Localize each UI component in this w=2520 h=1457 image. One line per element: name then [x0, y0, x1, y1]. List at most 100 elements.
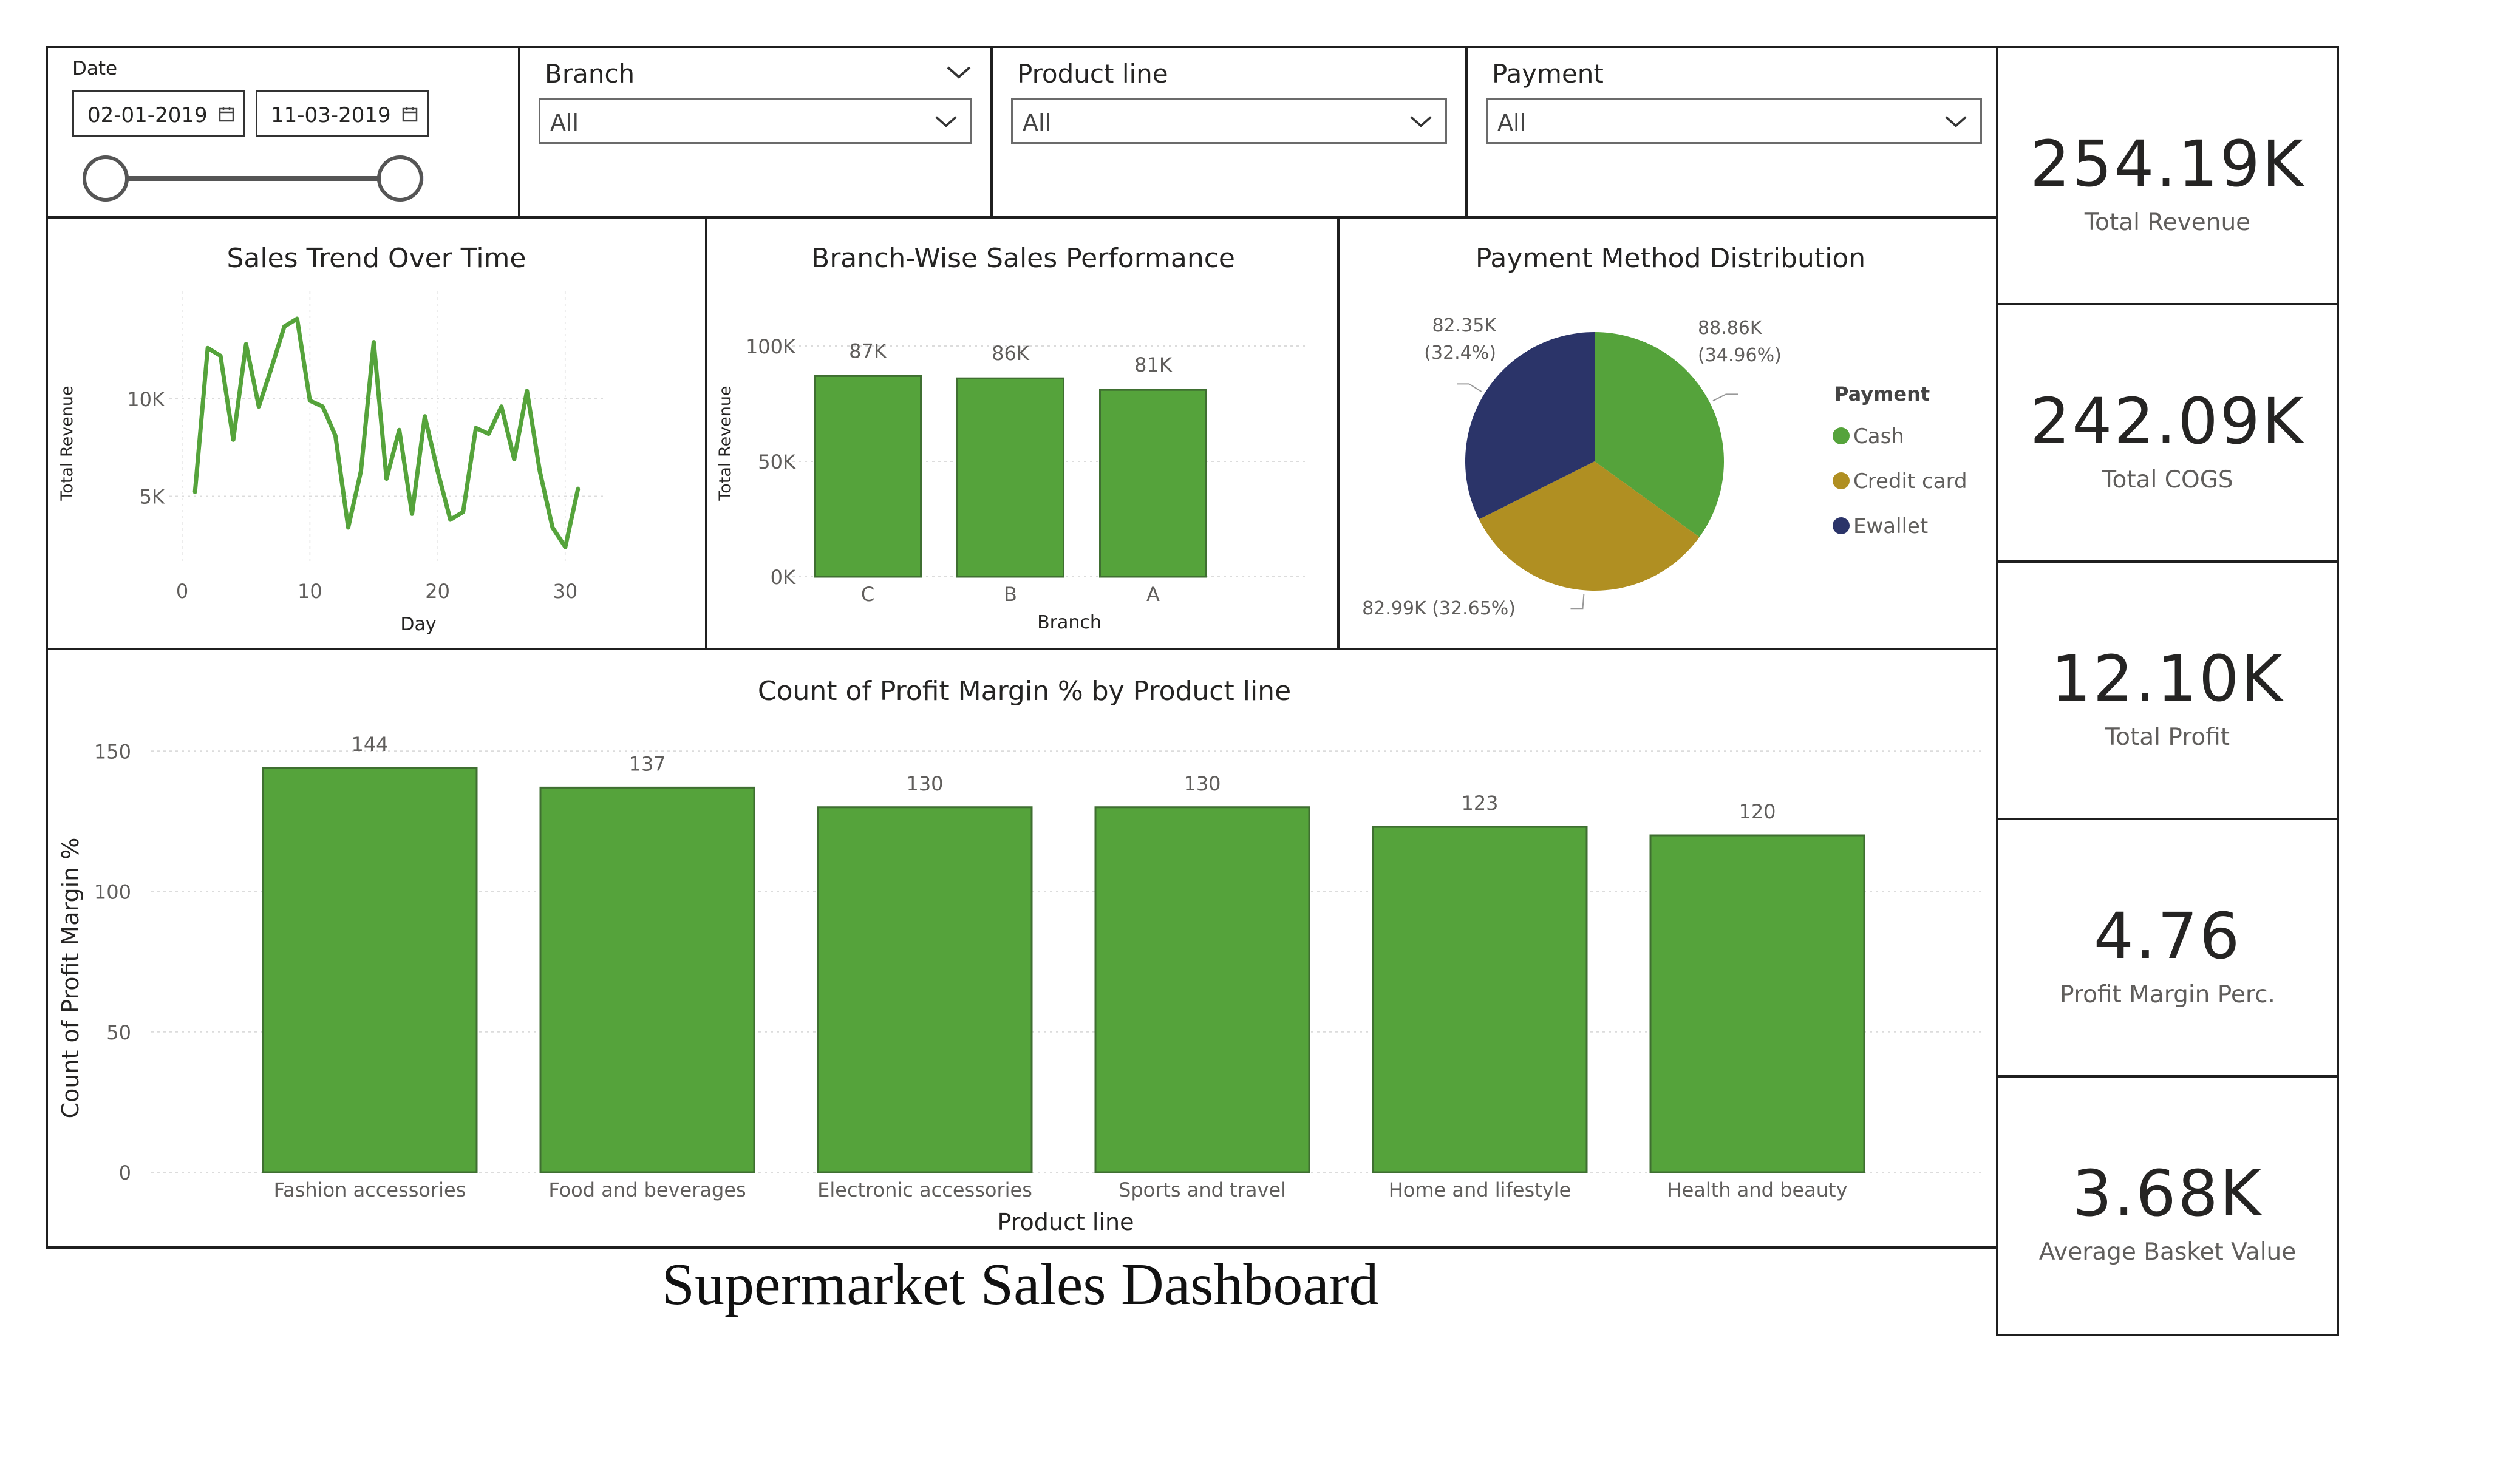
kpi-value: 3.68K: [2072, 1156, 2263, 1231]
kpi-card-total-revenue: 254.19K Total Revenue: [1996, 46, 2339, 305]
legend-label: Credit card: [1853, 469, 1967, 494]
branch-dropdown-value: All: [550, 109, 579, 136]
data-label: 120: [1738, 800, 1776, 823]
product-line-dropdown-value: All: [1023, 109, 1052, 136]
product-line-dropdown[interactable]: All: [1011, 98, 1447, 144]
leader-line: [1457, 383, 1482, 392]
x-tick-label: C: [861, 583, 874, 606]
sales-trend-chart: Sales Trend Over Time 5K 10K 0 10 20 30 Day Tota…: [58, 243, 604, 635]
slice-percent: (32.4%): [1424, 342, 1496, 364]
chevron-down-icon[interactable]: [945, 60, 972, 84]
leader-line: [1712, 393, 1738, 402]
payment-dropdown-value: All: [1497, 109, 1527, 136]
bar: [1099, 389, 1207, 578]
end-date-input[interactable]: 11-03-2019: [256, 90, 429, 137]
data-point: [576, 486, 580, 491]
data-label: 130: [1183, 772, 1221, 795]
start-date-value: 02-01-2019: [87, 103, 208, 127]
slice-percent: (34.96%): [1698, 345, 1782, 366]
kpi-label: Total Profit: [2105, 724, 2230, 751]
kpi-label: Total Revenue: [2084, 209, 2251, 236]
legend-label: Cash: [1853, 424, 1904, 449]
slider-start-handle[interactable]: [83, 155, 129, 202]
date-slicer: Date 02-01-2019 11-03-2019: [46, 46, 520, 219]
legend-label: Ewallet: [1853, 514, 1928, 538]
kpi-label: Profit Margin Perc.: [2060, 981, 2275, 1008]
y-axis-label: Total Revenue: [716, 385, 735, 501]
leader-line: [1570, 594, 1585, 610]
x-tick-label: 20: [425, 580, 450, 603]
y-tick-label: 50K: [758, 450, 796, 474]
legend-marker: [1833, 427, 1850, 444]
product-line-slicer: Product line All: [990, 46, 1468, 219]
y-tick-label: 50: [106, 1021, 131, 1044]
data-point: [525, 389, 529, 393]
end-date-value: 11-03-2019: [271, 103, 391, 127]
x-tick-label: 30: [553, 580, 578, 603]
profit-margin-chart: Count of Profit Margin % by Product line…: [57, 676, 1985, 1235]
y-tick-label: 5K: [140, 486, 165, 509]
legend-marker: [1833, 472, 1850, 489]
chart-title: Branch-Wise Sales Performance: [811, 243, 1235, 274]
data-point: [206, 346, 210, 350]
bar: [262, 767, 478, 1173]
kpi-value: 4.76: [2093, 899, 2242, 973]
x-tick-label: Health and beauty: [1667, 1178, 1848, 1201]
x-tick-label: 10: [298, 580, 322, 603]
slice-label: 82.99K (32.65%): [1362, 598, 1516, 619]
data-point: [563, 545, 567, 549]
chevron-down-icon[interactable]: [934, 109, 958, 134]
y-axis-label: Count of Profit Margin %: [57, 838, 84, 1119]
data-label: 81K: [1134, 353, 1173, 376]
chevron-down-icon[interactable]: [1944, 109, 1968, 134]
data-point: [270, 365, 274, 370]
data-point: [308, 399, 312, 402]
data-point: [244, 342, 248, 346]
start-date-input[interactable]: 02-01-2019: [72, 90, 245, 137]
sales-trend-panel: Sales Trend Over Time 5K 10K 0 10 20 30 Day Tota…: [46, 216, 707, 650]
date-range-slider[interactable]: [72, 151, 509, 206]
data-label: 123: [1461, 792, 1498, 815]
data-label: 137: [628, 752, 666, 775]
x-tick-label: Electronic accessories: [817, 1178, 1032, 1201]
data-point: [397, 428, 401, 432]
x-tick-label: Food and beverages: [548, 1178, 746, 1201]
profit-margin-panel: Count of Profit Margin % by Product line…: [46, 648, 1998, 1249]
kpi-value: 12.10K: [2051, 642, 2284, 716]
y-tick-label: 100K: [746, 335, 796, 358]
x-tick-label: Fashion accessories: [274, 1178, 466, 1201]
x-axis-label: Product line: [998, 1209, 1134, 1235]
bar: [1094, 806, 1310, 1173]
calendar-icon[interactable]: [401, 106, 418, 123]
slider-end-handle[interactable]: [377, 155, 423, 202]
chart-title: Sales Trend Over Time: [226, 243, 526, 274]
calendar-icon[interactable]: [218, 106, 235, 123]
series-line: [192, 316, 581, 549]
y-tick-label: 10K: [127, 388, 165, 411]
data-point: [219, 354, 223, 358]
data-point: [474, 426, 478, 430]
payment-distribution-chart: Payment Method Distribution 88.86K (34.96%…: [1362, 243, 1967, 619]
kpi-card-total-profit: 12.10K Total Profit: [1996, 560, 2339, 820]
slice-label: 88.86K: [1698, 318, 1763, 339]
y-tick-label: 150: [94, 740, 131, 763]
payment-dropdown[interactable]: All: [1486, 98, 1982, 144]
bar: [1372, 826, 1588, 1173]
kpi-label: Total COGS: [2102, 466, 2233, 494]
chevron-down-icon[interactable]: [1409, 109, 1433, 134]
x-axis-label: Branch: [1037, 612, 1102, 633]
data-point: [537, 469, 542, 473]
branch-sales-panel: Branch-Wise Sales Performance 0K 50K 100K 87…: [705, 216, 1340, 650]
payment-slicer: Payment All: [1465, 46, 2003, 219]
x-tick-label: A: [1146, 583, 1160, 606]
data-point: [423, 414, 427, 418]
branch-dropdown[interactable]: All: [539, 98, 972, 144]
bar: [1649, 834, 1865, 1173]
dashboard-title: Supermarket Sales Dashboard: [661, 1252, 1379, 1317]
data-point: [461, 510, 465, 514]
data-point: [448, 518, 452, 522]
bar: [539, 786, 755, 1173]
data-label: 87K: [849, 339, 887, 362]
data-point: [486, 432, 491, 436]
kpi-value: 254.19K: [2029, 127, 2306, 201]
